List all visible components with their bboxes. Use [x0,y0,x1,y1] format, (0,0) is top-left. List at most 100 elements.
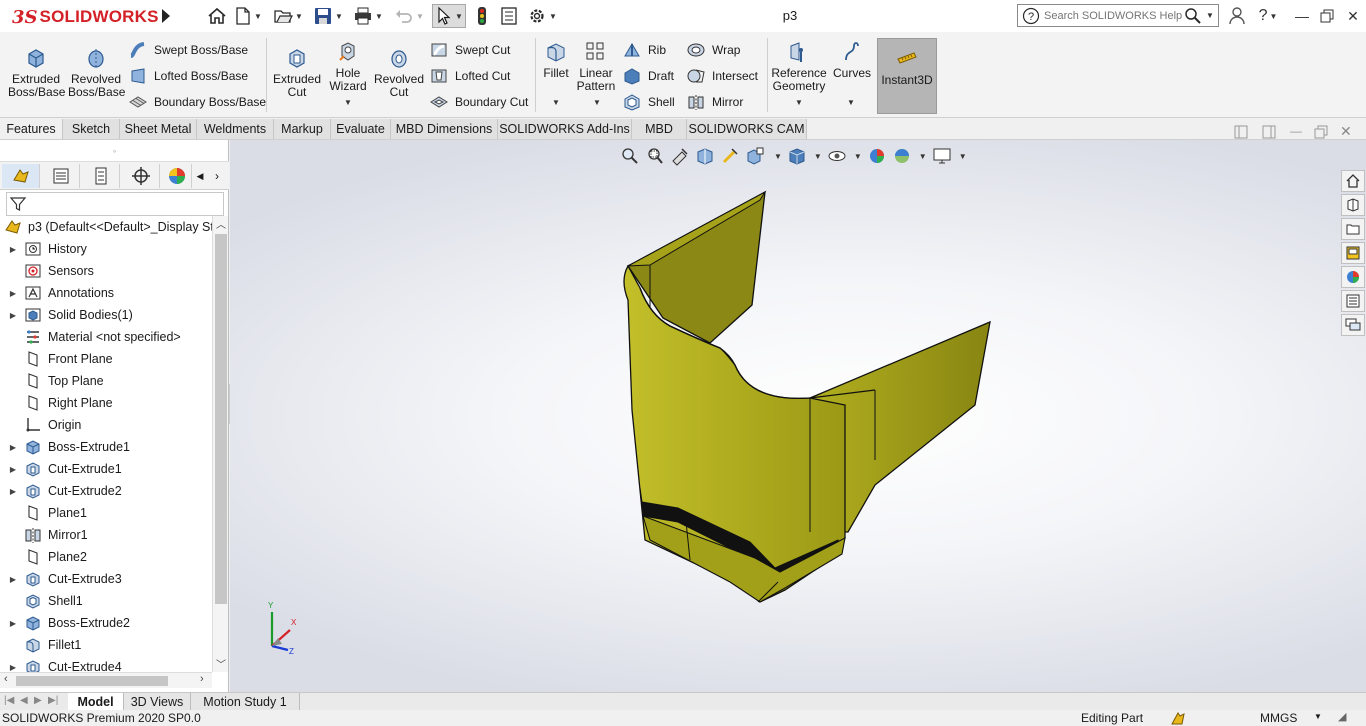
tree-node-solid-bodies-1[interactable]: ▶ Solid Bodies(1) [0,304,212,326]
doc-close-icon[interactable]: ✕ [1340,123,1352,140]
task-pane-home[interactable] [1341,170,1365,192]
tree-node-shell1[interactable]: Shell1 [0,590,212,612]
tab-configuration-manager[interactable] [82,164,120,188]
select-button[interactable]: ▼ [432,4,466,28]
tab-property-manager[interactable] [42,164,80,188]
task-pane-custom-properties[interactable] [1341,290,1365,312]
part-model-graphic[interactable] [230,140,1366,692]
chevron-down-icon[interactable]: ▼ [455,12,463,21]
tree-node-boss-extrude1[interactable]: ▶ Boss-Extrude1 [0,436,212,458]
tree-vertical-scrollbar[interactable]: ︿ ﹀ [212,216,228,672]
expand-arrow-icon[interactable]: ▶ [8,487,18,496]
tree-node-origin[interactable]: Origin [0,414,212,436]
tab-markup[interactable]: Markup [274,119,331,139]
solidworks-logo[interactable]: 3S SOLIDWORKS [12,4,159,30]
save-button[interactable]: ▼ [313,5,343,27]
options-button[interactable]: ▼ [527,5,557,27]
chevron-down-icon[interactable]: ▼ [344,98,352,107]
user-account-button[interactable] [1227,6,1247,26]
revolved-boss-button[interactable]: Revolved Boss/Base [68,46,125,99]
expand-arrow-icon[interactable]: ▶ [8,575,18,584]
expand-arrow-icon[interactable]: ▶ [8,663,18,672]
lofted-boss-button[interactable]: Lofted Boss/Base [128,66,248,86]
expand-arrow-icon[interactable]: ▶ [8,245,18,254]
tree-node-cut-extrude1[interactable]: ▶ Cut-Extrude1 [0,458,212,480]
tab-evaluate[interactable]: Evaluate [331,119,391,139]
chevron-down-icon[interactable]: ▼ [1206,11,1214,20]
chevron-down-icon[interactable]: ▼ [416,12,424,21]
scrollbar-thumb[interactable] [215,234,227,604]
expand-arrow-icon[interactable]: ▶ [8,465,18,474]
boundary-cut-button[interactable]: Boundary Cut [429,92,528,112]
chevron-down-icon[interactable]: ▼ [552,98,560,107]
expand-arrow-icon[interactable]: ▶ [8,443,18,452]
scroll-up-icon[interactable]: ︿ [216,216,226,231]
mirror-button[interactable]: Mirror [686,92,743,112]
chevron-down-icon[interactable]: ▼ [295,12,303,21]
reference-geometry-button[interactable]: Reference Geometry [770,40,828,93]
tab-sheet-metal[interactable]: Sheet Metal [120,119,197,139]
rebuild-status-icon[interactable] [1170,710,1186,726]
fillet-button[interactable]: Fillet [538,40,574,80]
tab-solidworks-add-ins[interactable]: SOLIDWORKS Add-Ins [498,119,632,139]
last-tab-icon[interactable]: ▶| [48,695,58,706]
task-pane-view-palette[interactable] [1341,242,1365,264]
tree-node-sensors[interactable]: Sensors [0,260,212,282]
boundary-boss-button[interactable]: Boundary Boss/Base [128,92,266,112]
home-button[interactable] [207,5,227,27]
resize-grip-icon[interactable]: ◢ [1338,710,1346,723]
tree-node-mirror1[interactable]: Mirror1 [0,524,212,546]
doc-restore-icon[interactable] [1314,125,1328,139]
tab-features[interactable]: Features [0,119,63,139]
panel-grip[interactable]: ◦ [0,140,229,162]
tab-scroll-right[interactable]: › [208,164,226,188]
next-tab-icon[interactable]: ▶ [34,695,42,706]
rib-button[interactable]: Rib [622,40,666,60]
tree-filter[interactable] [6,192,224,216]
doc-minimize-icon[interactable]: — [1290,124,1302,138]
scroll-right-icon[interactable]: › [200,673,204,685]
minimize-button[interactable]: — [1292,6,1312,26]
tab-weldments[interactable]: Weldments [197,119,274,139]
swept-cut-button[interactable]: Swept Cut [429,40,510,60]
tree-node-right-plane[interactable]: Right Plane [0,392,212,414]
tree-node-material-not-specified[interactable]: Material <not specified> [0,326,212,348]
task-pane-forum[interactable] [1341,314,1365,336]
search-box[interactable]: ? ▼ [1017,4,1219,27]
first-tab-icon[interactable]: |◀ [4,695,14,706]
tree-node-cut-extrude3[interactable]: ▶ Cut-Extrude3 [0,568,212,590]
revolved-cut-button[interactable]: Revolved Cut [372,46,426,99]
chevron-down-icon[interactable]: ▼ [254,12,262,21]
expand-arrow-icon[interactable]: ▶ [8,311,18,320]
tab-scroll-left[interactable]: ◀ [193,164,207,188]
search-icon[interactable] [1184,7,1202,25]
rebuild-button[interactable] [475,5,489,27]
tab-model[interactable]: Model [68,693,124,711]
tab-display-manager[interactable] [162,164,192,188]
tree-node-front-plane[interactable]: Front Plane [0,348,212,370]
swept-boss-button[interactable]: Swept Boss/Base [128,40,248,60]
chevron-down-icon[interactable]: ▼ [1269,12,1277,21]
file-properties-button[interactable] [500,5,518,27]
tree-node-plane2[interactable]: Plane2 [0,546,212,568]
tab-3d-views[interactable]: 3D Views [124,693,191,711]
tree-node-boss-extrude2[interactable]: ▶ Boss-Extrude2 [0,612,212,634]
task-pane-file-explorer[interactable] [1341,218,1365,240]
curves-button[interactable]: Curves [832,40,872,80]
tab-mbd[interactable]: MBD [632,119,687,139]
unit-system[interactable]: MMGS [1260,711,1297,725]
wrap-button[interactable]: Wrap [686,40,740,60]
tree-node-plane1[interactable]: Plane1 [0,502,212,524]
new-document-button[interactable]: ▼ [234,5,262,27]
scrollbar-thumb[interactable] [16,676,168,686]
tab-feature-manager[interactable] [2,164,40,188]
tile-left-icon[interactable] [1234,125,1248,139]
chevron-down-icon[interactable]: ▼ [375,12,383,21]
tree-node-history[interactable]: ▶ History [0,238,212,260]
open-button[interactable]: ▼ [273,5,303,27]
menu-expand-arrow-icon[interactable] [160,8,172,24]
tree-root[interactable]: p3 (Default<<Default>_Display Sta [0,216,212,238]
tree-node-cut-extrude4[interactable]: ▶ Cut-Extrude4 [0,656,212,672]
tab-solidworks-cam[interactable]: SOLIDWORKS CAM [687,119,807,139]
prev-tab-icon[interactable]: ◀ [20,695,28,706]
